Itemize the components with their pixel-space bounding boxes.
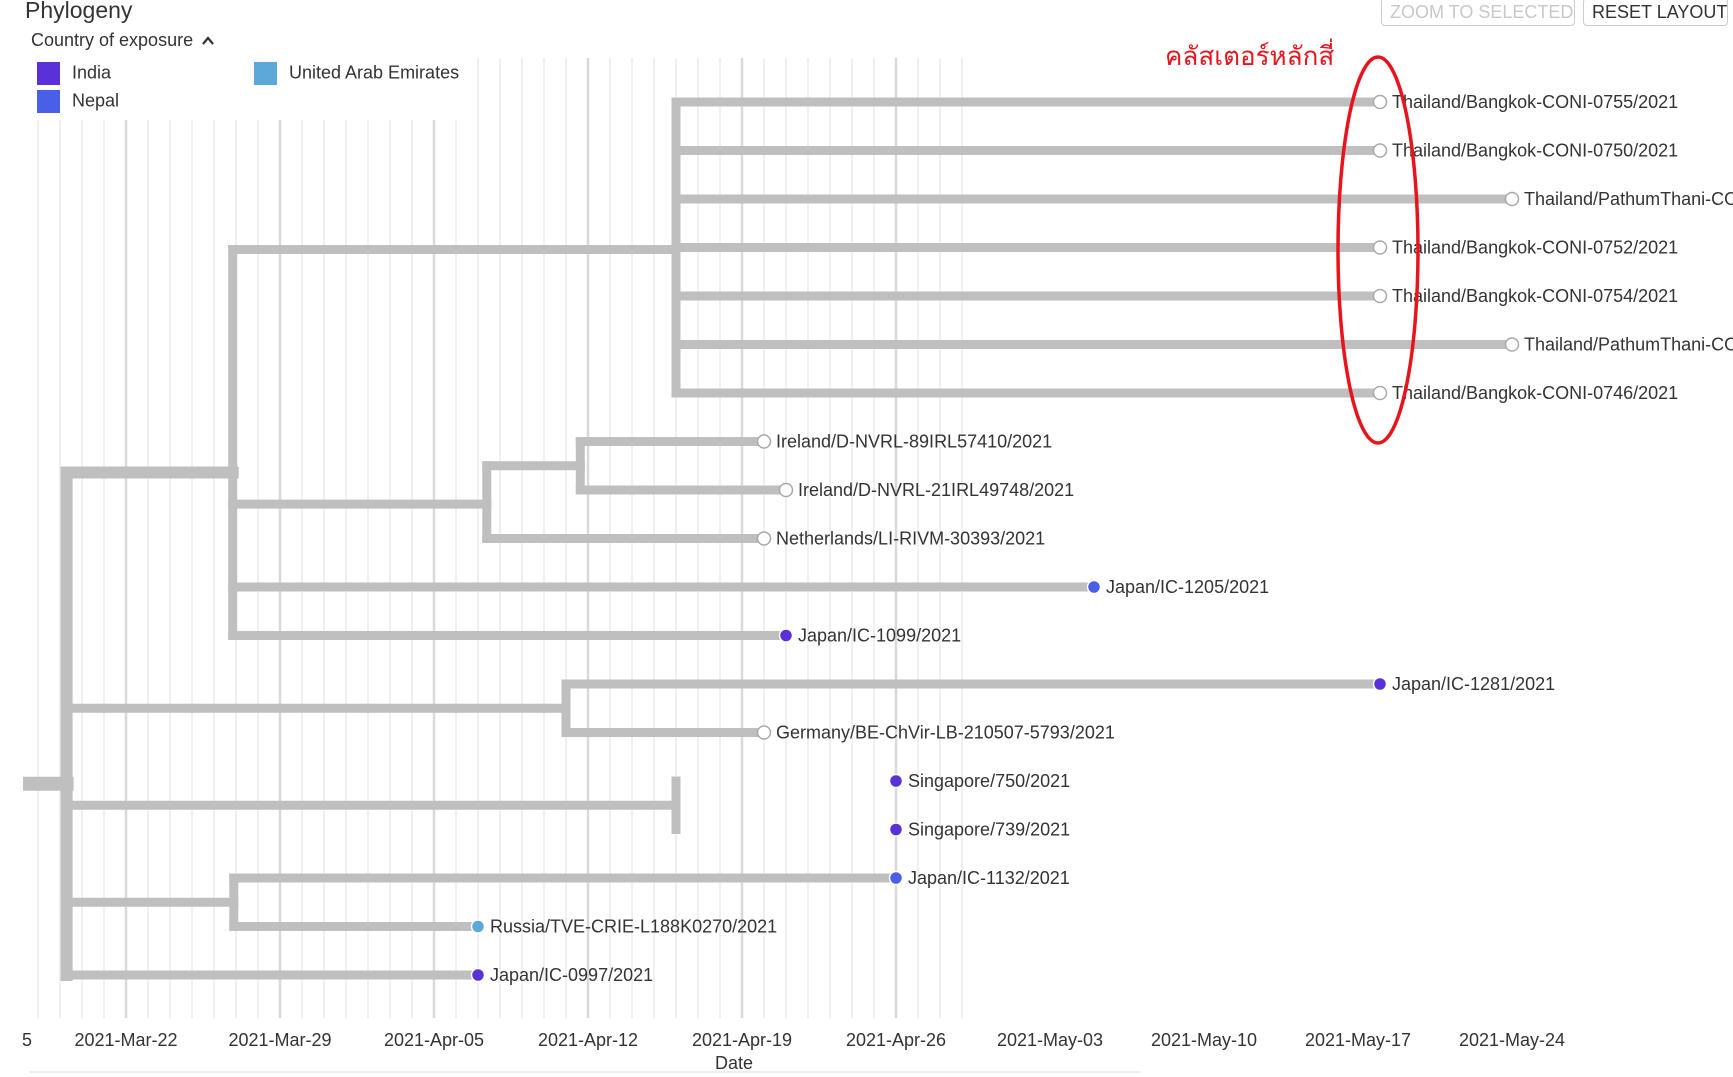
- tip-label[interactable]: Japan/IC-1281/2021: [1392, 674, 1555, 694]
- tree-svg: 2021-Mar-22 2021-Mar-29 2021-Apr-05 2021-Ap…: [22, 55, 1733, 1073]
- tip-label[interactable]: Thailand/Bangkok-CONI-0754/2021: [1392, 286, 1678, 306]
- tip-label[interactable]: Thailand/Bangkok-CONI-0755/2021: [1392, 92, 1678, 112]
- tip-node[interactable]: [1372, 94, 1388, 110]
- legend-item-india[interactable]: India: [37, 62, 111, 85]
- legend-swatch: [254, 62, 277, 85]
- tip-node[interactable]: [756, 434, 772, 449]
- x-tick-label: 2021-Apr-26: [846, 1030, 946, 1050]
- tip-node[interactable]: [756, 725, 772, 740]
- legend-swatch: [37, 90, 60, 113]
- tip-node[interactable]: [470, 919, 486, 934]
- tip-label[interactable]: Thailand/Bangkok-CONI-0750/2021: [1392, 141, 1678, 161]
- tip-node[interactable]: [778, 628, 794, 643]
- tip-node[interactable]: [1504, 191, 1520, 207]
- tip-node[interactable]: [1372, 288, 1388, 304]
- cluster-annotation: คลัสเตอร์หลักสี่: [1165, 42, 1335, 72]
- legend-item-nepal[interactable]: Nepal: [37, 90, 119, 113]
- tip-label[interactable]: Ireland/D-NVRL-21IRL49748/2021: [798, 480, 1074, 500]
- tip-label[interactable]: Thailand/Bangkok-CONI-0746/2021: [1392, 383, 1678, 403]
- legend-swatch: [37, 62, 60, 85]
- tip-node[interactable]: [1372, 143, 1388, 158]
- x-tick-label: 2021-Mar-29: [228, 1030, 331, 1050]
- tip-label[interactable]: Thailand/Bangkok-CONI-0752/2021: [1392, 238, 1678, 258]
- tip-node[interactable]: [756, 531, 772, 546]
- tip-label[interactable]: Japan/IC-0997/2021: [490, 965, 653, 985]
- tip-node[interactable]: [1504, 337, 1520, 352]
- tip-label[interactable]: Singapore/750/2021: [908, 771, 1070, 791]
- tip-node[interactable]: [1372, 676, 1388, 692]
- legend: India Nepal United Arab Emirates: [30, 58, 460, 120]
- tip-node[interactable]: [888, 773, 904, 789]
- x-tick-label: 2021-Mar-22: [74, 1030, 177, 1050]
- legend-label: Nepal: [72, 90, 120, 111]
- x-axis-label: Date: [715, 1053, 753, 1073]
- x-tick-label: 2021-Apr-12: [538, 1030, 638, 1050]
- x-tick-label: 2021-May-24: [1459, 1030, 1565, 1050]
- x-tick-label: 2021-May-17: [1305, 1030, 1411, 1050]
- legend-item-uae[interactable]: United Arab Emirates: [254, 62, 459, 85]
- tip-label[interactable]: Ireland/D-NVRL-89IRL57410/2021: [776, 432, 1052, 452]
- tip-label[interactable]: Russia/TVE-CRIE-L188K0270/2021: [490, 917, 777, 937]
- tip-label[interactable]: Thailand/PathumThani-CON: [1524, 335, 1733, 355]
- x-tick-label: 2021-Apr-05: [384, 1030, 484, 1050]
- phylogeny-panel: Phylogeny Country of exposure ZOOM TO SE…: [0, 0, 1733, 1077]
- tip-node[interactable]: [778, 482, 794, 498]
- x-tick-label: 2021-May-10: [1151, 1030, 1257, 1050]
- tip-node[interactable]: [888, 870, 904, 886]
- legend-label: United Arab Emirates: [289, 62, 460, 83]
- tip-node[interactable]: [1086, 579, 1102, 595]
- tip-label[interactable]: Germany/BE-ChVir-LB-210507-5793/2021: [776, 723, 1115, 743]
- x-tick-label: 2021-Apr-19: [692, 1030, 792, 1050]
- x-tick-label: 2021-May-03: [997, 1030, 1103, 1050]
- legend-label: India: [72, 62, 112, 83]
- tip-node[interactable]: [888, 822, 904, 837]
- tip-label[interactable]: Singapore/739/2021: [908, 820, 1070, 840]
- tip-label[interactable]: Japan/IC-1099/2021: [798, 626, 961, 646]
- tip-label[interactable]: Netherlands/LI-RIVM-30393/2021: [776, 529, 1045, 549]
- tip-label[interactable]: Japan/IC-1132/2021: [908, 868, 1070, 888]
- tip-node[interactable]: [470, 967, 486, 983]
- tip-node[interactable]: [1372, 240, 1388, 255]
- tip-label[interactable]: Thailand/PathumThani-CON: [1524, 189, 1733, 209]
- tip-label[interactable]: Japan/IC-1205/2021: [1106, 577, 1269, 597]
- tip-node[interactable]: [1372, 385, 1388, 401]
- x-tick-label-edge: 5: [22, 1030, 32, 1050]
